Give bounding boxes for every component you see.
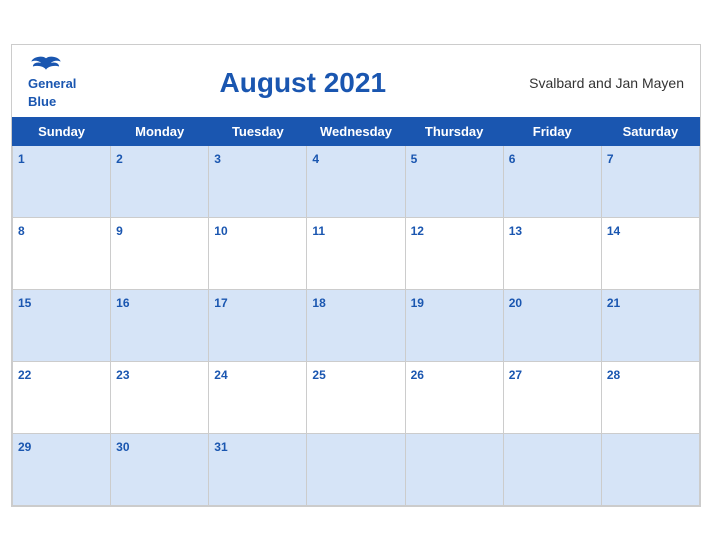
day-number: 28	[607, 368, 620, 382]
calendar-cell: 5	[405, 145, 503, 217]
day-number: 10	[214, 224, 227, 238]
day-number: 31	[214, 440, 227, 454]
calendar-cell: 27	[503, 361, 601, 433]
day-number: 11	[312, 224, 325, 238]
calendar-cell: 29	[13, 433, 111, 505]
weekday-header-sunday: Sunday	[13, 117, 111, 145]
calendar-cell: 19	[405, 289, 503, 361]
day-number: 22	[18, 368, 31, 382]
day-number: 4	[312, 152, 319, 166]
week-row-3: 15 16 17 18 19 20 21	[13, 289, 700, 361]
week-row-5: 29 30 31	[13, 433, 700, 505]
calendar-cell: 22	[13, 361, 111, 433]
day-number: 26	[411, 368, 424, 382]
week-row-1: 1 2 3 4 5 6 7	[13, 145, 700, 217]
calendar-cell: 24	[209, 361, 307, 433]
logo-text: General Blue	[28, 75, 76, 111]
calendar-cell: 16	[111, 289, 209, 361]
week-row-2: 8 9 10 11 12 13 14	[13, 217, 700, 289]
day-number: 9	[116, 224, 123, 238]
day-number: 13	[509, 224, 522, 238]
calendar-subtitle: Svalbard and Jan Mayen	[529, 75, 684, 91]
weekday-header-friday: Friday	[503, 117, 601, 145]
day-number: 6	[509, 152, 516, 166]
day-number: 30	[116, 440, 129, 454]
day-number: 18	[312, 296, 325, 310]
calendar-cell: 17	[209, 289, 307, 361]
weekday-header-tuesday: Tuesday	[209, 117, 307, 145]
calendar-cell: 10	[209, 217, 307, 289]
title-area: August 2021	[220, 67, 387, 99]
weekday-header-row: SundayMondayTuesdayWednesdayThursdayFrid…	[13, 117, 700, 145]
calendar-cell: 21	[601, 289, 699, 361]
calendar-cell: 15	[13, 289, 111, 361]
day-number: 16	[116, 296, 129, 310]
week-row-4: 22 23 24 25 26 27 28	[13, 361, 700, 433]
day-number: 2	[116, 152, 123, 166]
subtitle-area: Svalbard and Jan Mayen	[529, 75, 684, 91]
day-number: 25	[312, 368, 325, 382]
weekday-header-thursday: Thursday	[405, 117, 503, 145]
day-number: 7	[607, 152, 614, 166]
weekday-header-monday: Monday	[111, 117, 209, 145]
calendar-cell: 3	[209, 145, 307, 217]
calendar-cell: 11	[307, 217, 405, 289]
logo-area: General Blue	[28, 55, 76, 111]
calendar-cell: 14	[601, 217, 699, 289]
calendar-cell	[601, 433, 699, 505]
calendar-cell: 25	[307, 361, 405, 433]
day-number: 20	[509, 296, 522, 310]
day-number: 21	[607, 296, 620, 310]
day-number: 29	[18, 440, 31, 454]
day-number: 3	[214, 152, 221, 166]
calendar-cell	[307, 433, 405, 505]
day-number: 24	[214, 368, 227, 382]
day-number: 27	[509, 368, 522, 382]
day-number: 1	[18, 152, 25, 166]
calendar-cell: 31	[209, 433, 307, 505]
calendar-cell: 12	[405, 217, 503, 289]
day-number: 23	[116, 368, 129, 382]
weekday-header-saturday: Saturday	[601, 117, 699, 145]
calendar-cell: 28	[601, 361, 699, 433]
day-number: 19	[411, 296, 424, 310]
calendar-grid: SundayMondayTuesdayWednesdayThursdayFrid…	[12, 117, 700, 506]
day-number: 12	[411, 224, 424, 238]
calendar-cell	[503, 433, 601, 505]
calendar-cell: 30	[111, 433, 209, 505]
calendar-cell	[405, 433, 503, 505]
calendar-cell: 7	[601, 145, 699, 217]
weekday-header-wednesday: Wednesday	[307, 117, 405, 145]
calendar-cell: 8	[13, 217, 111, 289]
day-number: 17	[214, 296, 227, 310]
calendar-cell: 4	[307, 145, 405, 217]
calendar-header: General Blue August 2021 Svalbard and Ja…	[12, 45, 700, 117]
day-number: 8	[18, 224, 25, 238]
calendar-cell: 1	[13, 145, 111, 217]
day-number: 14	[607, 224, 620, 238]
calendar-title: August 2021	[220, 67, 387, 98]
logo-bird-icon	[28, 55, 64, 73]
calendar-cell: 23	[111, 361, 209, 433]
calendar-cell: 13	[503, 217, 601, 289]
calendar-cell: 2	[111, 145, 209, 217]
calendar-cell: 9	[111, 217, 209, 289]
day-number: 5	[411, 152, 418, 166]
calendar-cell: 18	[307, 289, 405, 361]
calendar-wrapper: General Blue August 2021 Svalbard and Ja…	[11, 44, 701, 507]
day-number: 15	[18, 296, 31, 310]
calendar-cell: 6	[503, 145, 601, 217]
calendar-cell: 26	[405, 361, 503, 433]
calendar-cell: 20	[503, 289, 601, 361]
